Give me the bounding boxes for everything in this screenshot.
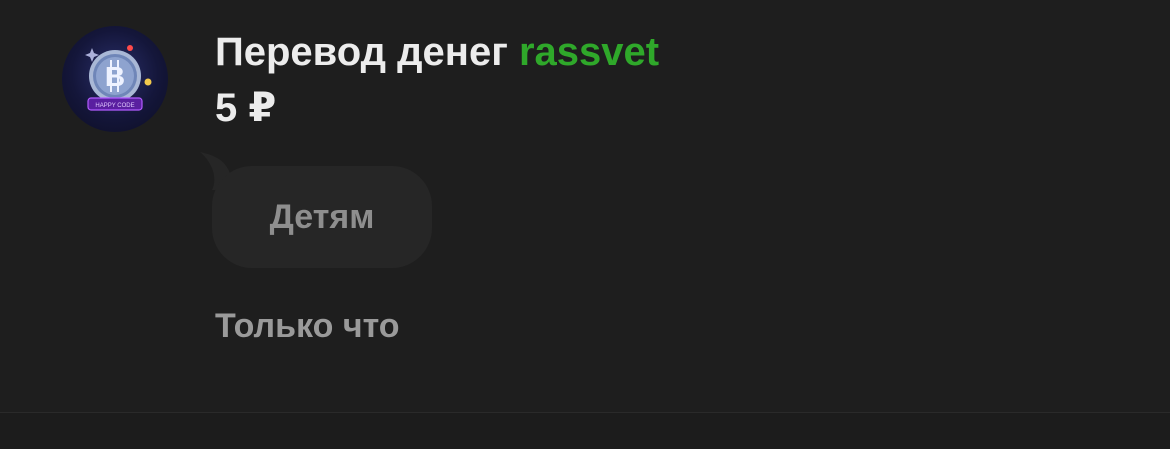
next-item-area (0, 413, 1170, 449)
svg-text:B: B (105, 61, 125, 92)
notification-title: Перевод денег rassvet (215, 28, 659, 76)
title-prefix: Перевод денег (215, 30, 508, 74)
bitcoin-logo-icon: B HAPPY CODE (85, 45, 152, 111)
message-bubble: Детям (212, 166, 432, 268)
svg-text:HAPPY CODE: HAPPY CODE (95, 103, 134, 109)
message-text: Детям (269, 198, 375, 236)
donation-amount: 5 ₽ (215, 86, 277, 130)
donation-notification: B HAPPY CODE Перевод денег rassvet 5 ₽ Д… (0, 0, 1170, 412)
avatar: B HAPPY CODE (62, 26, 168, 132)
sender-username[interactable]: rassvet (519, 30, 659, 74)
timestamp: Только что (215, 307, 400, 345)
